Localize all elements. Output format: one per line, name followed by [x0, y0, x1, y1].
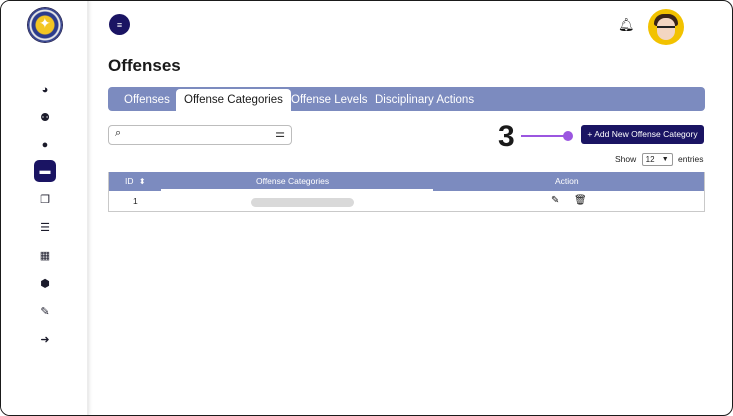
users-group-icon[interactable]: ⚉	[34, 106, 56, 128]
app-window: ✦ ◕ ⚉ ● ▬ ❐ ☰ ▦ ⬢ ✎ ➜ ≡ 🔔︎ Offenses Offe…	[0, 0, 733, 416]
add-offense-category-button[interactable]: + Add New Offense Category	[581, 125, 704, 144]
school-logo: ✦	[28, 8, 62, 42]
calendar-icon[interactable]: ▦	[34, 244, 56, 266]
page-title: Offenses	[108, 56, 181, 75]
search-input[interactable]: ⌕ ⚌	[108, 125, 292, 145]
entries-label: entries	[678, 153, 704, 164]
category-placeholder	[251, 198, 354, 207]
column-action-header: Action	[555, 176, 579, 186]
entries-control: Show 12 ▼ entries	[615, 153, 704, 166]
menu-icon: ≡	[116, 19, 123, 30]
documents-icon[interactable]: ❐	[34, 188, 56, 210]
edit-icon[interactable]: ✎	[551, 195, 559, 206]
step-annotation-dot	[563, 131, 573, 141]
caret-down-icon: ▼	[661, 156, 669, 163]
table-header: ID ⬍ Offense Categories Action	[109, 172, 704, 191]
report-icon[interactable]: ✎	[34, 300, 56, 322]
menu-toggle-button[interactable]: ≡	[109, 14, 130, 35]
folder-icon[interactable]: ▬	[34, 160, 56, 182]
user-icon[interactable]: ●	[34, 134, 56, 156]
column-id-header[interactable]: ID ⬍	[125, 172, 146, 191]
box-icon[interactable]: ⬢	[34, 272, 56, 294]
step-annotation-number: 3	[498, 120, 515, 153]
filter-icon[interactable]: ⚌	[275, 127, 285, 140]
tab-offense-categories[interactable]: Offense Categories	[176, 89, 291, 111]
logout-icon[interactable]: ➜	[34, 328, 56, 350]
entries-select[interactable]: 12 ▼	[641, 153, 673, 166]
dashboard-icon[interactable]: ◕	[34, 79, 56, 101]
tab-disciplinary-actions[interactable]: Disciplinary Actions	[367, 89, 482, 111]
sidebar-divider	[87, 1, 89, 415]
header-underline	[161, 189, 433, 191]
delete-icon[interactable]: 🗑︎	[574, 195, 587, 206]
list-icon[interactable]: ☰	[34, 216, 56, 238]
table-row: 1 ✎ 🗑︎	[109, 192, 704, 211]
row-id: 1	[133, 196, 138, 206]
sidebar: ✦ ◕ ⚉ ● ▬ ❐ ☰ ▦ ⬢ ✎ ➜	[1, 1, 89, 415]
tab-bar: Offenses Offense Categories Offense Leve…	[108, 87, 705, 111]
tab-offenses[interactable]: Offenses	[116, 89, 178, 111]
show-label: Show	[615, 153, 637, 164]
step-annotation-line	[521, 135, 567, 137]
sort-icon[interactable]: ⬍	[139, 177, 146, 186]
tab-offense-levels[interactable]: Offense Levels	[283, 89, 376, 111]
categories-table: ID ⬍ Offense Categories Action 1 ✎ 🗑︎	[108, 172, 705, 212]
avatar[interactable]	[648, 9, 684, 45]
search-icon: ⌕	[115, 127, 122, 139]
bell-icon[interactable]: 🔔︎	[618, 17, 635, 33]
